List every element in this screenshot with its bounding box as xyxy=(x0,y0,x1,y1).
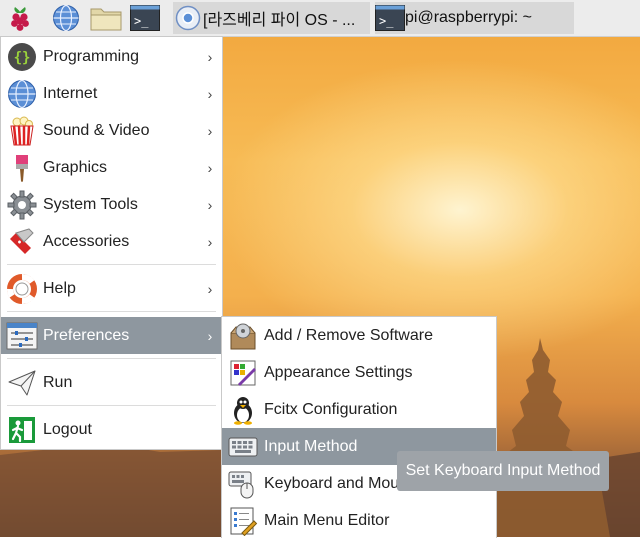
menu-item-appearance-settings[interactable]: Appearance Settings xyxy=(222,354,496,391)
menu-item-graphics[interactable]: Graphics › xyxy=(1,149,222,186)
raspberry-icon[interactable] xyxy=(5,3,35,33)
penguin-icon xyxy=(227,394,259,426)
menu-item-system-tools[interactable]: System Tools › xyxy=(1,186,222,223)
menu-item-label: Logout xyxy=(43,420,92,438)
popcorn-icon xyxy=(6,115,38,147)
palette-icon xyxy=(227,357,259,389)
main-menu: {} Programming › Internet › Sound & Vide… xyxy=(0,36,223,450)
task-chromium[interactable]: [라즈베리 파이 OS - ... xyxy=(173,2,370,34)
menu-item-help[interactable]: Help › xyxy=(1,270,222,307)
sliders-icon xyxy=(6,320,38,352)
globe-icon xyxy=(6,78,38,110)
menu-item-label: Programming xyxy=(43,47,140,65)
chevron-right-icon: › xyxy=(207,233,213,250)
chevron-right-icon: › xyxy=(207,122,213,139)
paper-plane-icon xyxy=(6,367,38,399)
globe-icon[interactable] xyxy=(51,3,81,33)
chevron-right-icon: › xyxy=(207,48,213,65)
menu-editor-icon xyxy=(227,505,259,537)
menu-item-sound-video[interactable]: Sound & Video › xyxy=(1,112,222,149)
menu-item-label: Internet xyxy=(43,84,98,102)
terminal-icon[interactable]: >_ xyxy=(130,3,160,33)
chevron-right-icon: › xyxy=(207,280,213,297)
menu-item-programming[interactable]: {} Programming › xyxy=(1,38,222,75)
chromium-icon xyxy=(173,3,203,33)
menu-item-logout[interactable]: Logout xyxy=(1,411,222,448)
menu-item-internet[interactable]: Internet › xyxy=(1,75,222,112)
menu-item-label: Help xyxy=(43,279,76,297)
svg-text:>_: >_ xyxy=(134,14,149,28)
lifebuoy-icon xyxy=(6,273,38,305)
menu-item-label: Preferences xyxy=(43,326,130,344)
gear-icon xyxy=(6,189,38,221)
keyboard-icon xyxy=(227,431,259,463)
menu-item-label: Accessories xyxy=(43,232,130,250)
swiss-knife-icon xyxy=(6,226,38,258)
menu-separator xyxy=(7,311,216,312)
exit-icon xyxy=(6,414,38,446)
task-label: pi@raspberrypi: ~ xyxy=(405,9,532,26)
chevron-right-icon: › xyxy=(207,327,213,344)
menu-item-fcitx-configuration[interactable]: Fcitx Configuration xyxy=(222,391,496,428)
menu-item-label: Add / Remove Software xyxy=(264,326,433,344)
menu-item-label: Graphics xyxy=(43,158,108,176)
menu-item-add-remove-software[interactable]: Add / Remove Software xyxy=(222,317,496,354)
menu-separator xyxy=(7,358,216,359)
menu-separator xyxy=(7,264,216,265)
preferences-submenu: Add / Remove Software Appearance Setting… xyxy=(221,316,497,538)
svg-text:{}: {} xyxy=(14,50,31,66)
menu-separator xyxy=(7,405,216,406)
menu-item-label: Main Menu Editor xyxy=(264,511,390,529)
paintbrush-icon xyxy=(6,152,38,184)
menu-item-label: Run xyxy=(43,373,73,391)
menu-item-label: Sound & Video xyxy=(43,121,150,139)
package-icon xyxy=(227,320,259,352)
chevron-right-icon: › xyxy=(207,196,213,213)
svg-text:>_: >_ xyxy=(379,14,394,28)
task-terminal[interactable]: >_ pi@raspberrypi: ~ xyxy=(375,2,574,34)
tooltip: Set Keyboard Input Method xyxy=(397,451,609,491)
menu-item-label: Appearance Settings xyxy=(264,363,413,381)
menu-item-main-menu-editor[interactable]: Main Menu Editor xyxy=(222,502,496,539)
menu-item-run[interactable]: Run xyxy=(1,364,222,401)
keyboard-mouse-icon xyxy=(227,468,259,500)
task-label: [라즈베리 파이 OS - ... xyxy=(203,12,356,29)
menu-item-label: System Tools xyxy=(43,195,138,213)
menu-item-preferences[interactable]: Preferences › xyxy=(1,317,222,354)
menu-item-label: Fcitx Configuration xyxy=(264,400,398,418)
braces-icon: {} xyxy=(6,41,38,73)
chevron-right-icon: › xyxy=(207,85,213,102)
chevron-right-icon: › xyxy=(207,159,213,176)
folder-icon[interactable] xyxy=(89,3,123,33)
terminal-icon: >_ xyxy=(375,3,405,33)
taskbar: >_ [라즈베리 파이 OS - ... >_ pi@raspberrypi: … xyxy=(0,0,640,37)
menu-item-accessories[interactable]: Accessories › xyxy=(1,223,222,260)
